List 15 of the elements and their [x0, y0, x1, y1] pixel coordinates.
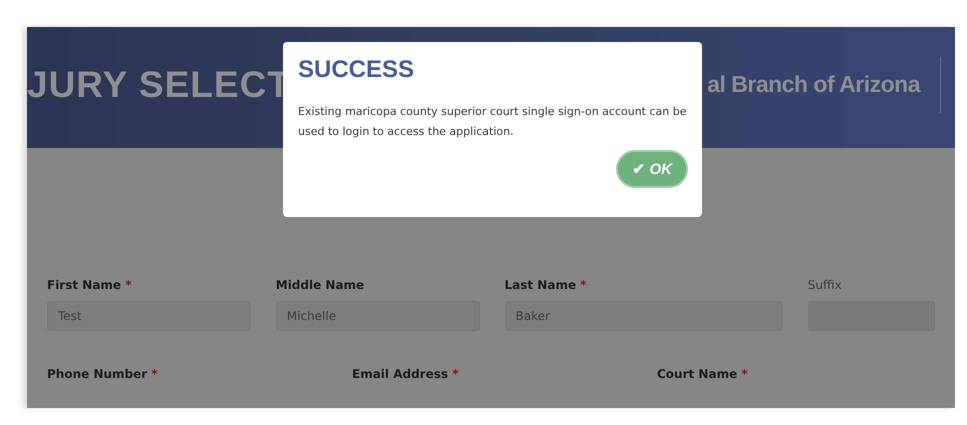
- field-label: First Name *: [47, 278, 133, 292]
- text-field[interactable]: Michelle: [276, 301, 480, 331]
- field-label: Email Address *: [352, 367, 460, 381]
- text-field[interactable]: Test: [47, 301, 251, 331]
- field-label: Suffix: [808, 278, 843, 292]
- dialog-title: SUCCESS: [298, 56, 414, 84]
- app-title: JURY SELECT: [27, 64, 291, 106]
- field-label: Court Name *: [657, 367, 749, 381]
- text-field[interactable]: Baker: [504, 301, 783, 331]
- field-label: Middle Name: [276, 278, 366, 292]
- field-label: Phone Number *: [47, 367, 159, 381]
- ok-button[interactable]: ✔ OK: [616, 150, 688, 188]
- field-label: Last Name *: [504, 278, 588, 292]
- app-subtitle: al Branch of Arizona: [707, 71, 920, 98]
- dialog-message: Existing maricopa county superior court single sign-on account can be used to login to access the application.: [298, 104, 688, 140]
